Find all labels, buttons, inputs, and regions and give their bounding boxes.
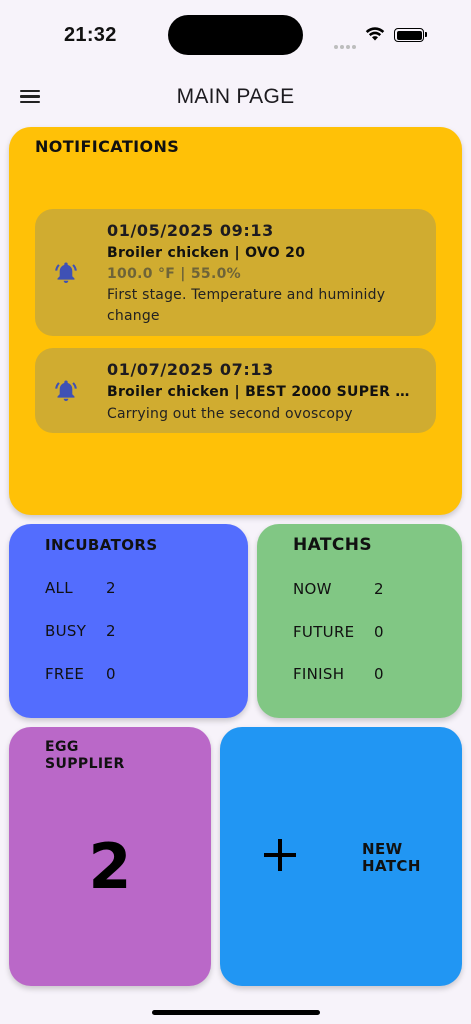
stat-value: 0 <box>374 623 384 641</box>
notification-title: Broiler chicken | OVO 20 <box>107 245 306 261</box>
hatchs-card[interactable]: HATCHS NOW 2 FUTURE 0 FINISH 0 <box>257 524 462 718</box>
stat-value: 0 <box>374 665 384 683</box>
hatchs-heading: HATCHS <box>293 535 373 555</box>
dynamic-island <box>168 15 303 55</box>
incubators-card[interactable]: INCUBATORS ALL 2 BUSY 2 FREE 0 <box>9 524 248 718</box>
stat-value: 0 <box>106 665 116 683</box>
notification-title: Broiler chicken | BEST 2000 SUPER AUTO <box>107 384 414 400</box>
notification-datetime: 01/07/2025 07:13 <box>107 360 274 379</box>
stat-label: FREE <box>45 665 85 683</box>
stat-value: 2 <box>106 579 116 597</box>
notification-item[interactable]: 01/07/2025 07:13 Broiler chicken | BEST … <box>35 348 436 433</box>
egg-supplier-count: 2 <box>88 830 132 903</box>
notifications-heading: NOTIFICATIONS <box>35 137 180 156</box>
notification-description: First stage. Temperature and huminidy ch… <box>107 287 386 324</box>
egg-supplier-heading: EGG SUPPLIER <box>45 739 125 772</box>
home-indicator[interactable] <box>152 1010 320 1015</box>
bell-alert-icon <box>55 380 77 401</box>
stat-value: 2 <box>374 580 384 598</box>
plus-icon <box>264 839 296 871</box>
stat-value: 2 <box>106 622 116 640</box>
wifi-icon <box>365 27 385 41</box>
stat-label: FINISH <box>293 665 345 683</box>
app-bar: MAIN PAGE <box>0 70 471 126</box>
stat-label: ALL <box>45 579 73 597</box>
notification-description: Carrying out the second ovoscopy <box>107 406 353 422</box>
page-title: MAIN PAGE <box>176 85 295 108</box>
notification-item[interactable]: 01/05/2025 09:13 Broiler chicken | OVO 2… <box>35 209 436 336</box>
notification-datetime: 01/05/2025 09:13 <box>107 221 274 240</box>
main-page-screen: 21:32 MAIN PAGE NOTIFICATIONS 01/05/2025… <box>0 0 471 1024</box>
notifications-card: NOTIFICATIONS 01/05/2025 09:13 Broiler c… <box>9 127 462 515</box>
status-time: 21:32 <box>64 24 117 46</box>
new-hatch-button[interactable]: NEW HATCH <box>220 727 462 986</box>
cellular-signal-icon <box>334 36 358 49</box>
new-hatch-label: NEW HATCH <box>362 840 421 875</box>
stat-label: BUSY <box>45 622 87 640</box>
stat-label: FUTURE <box>293 623 355 641</box>
egg-supplier-card[interactable]: EGG SUPPLIER 2 <box>9 727 211 986</box>
battery-icon <box>394 28 427 42</box>
bell-alert-icon <box>55 262 77 283</box>
notification-reading: 100.0 °F | 55.0% <box>107 266 241 282</box>
status-bar: 21:32 <box>0 0 471 70</box>
incubators-heading: INCUBATORS <box>45 536 158 554</box>
stat-label: NOW <box>293 580 332 598</box>
